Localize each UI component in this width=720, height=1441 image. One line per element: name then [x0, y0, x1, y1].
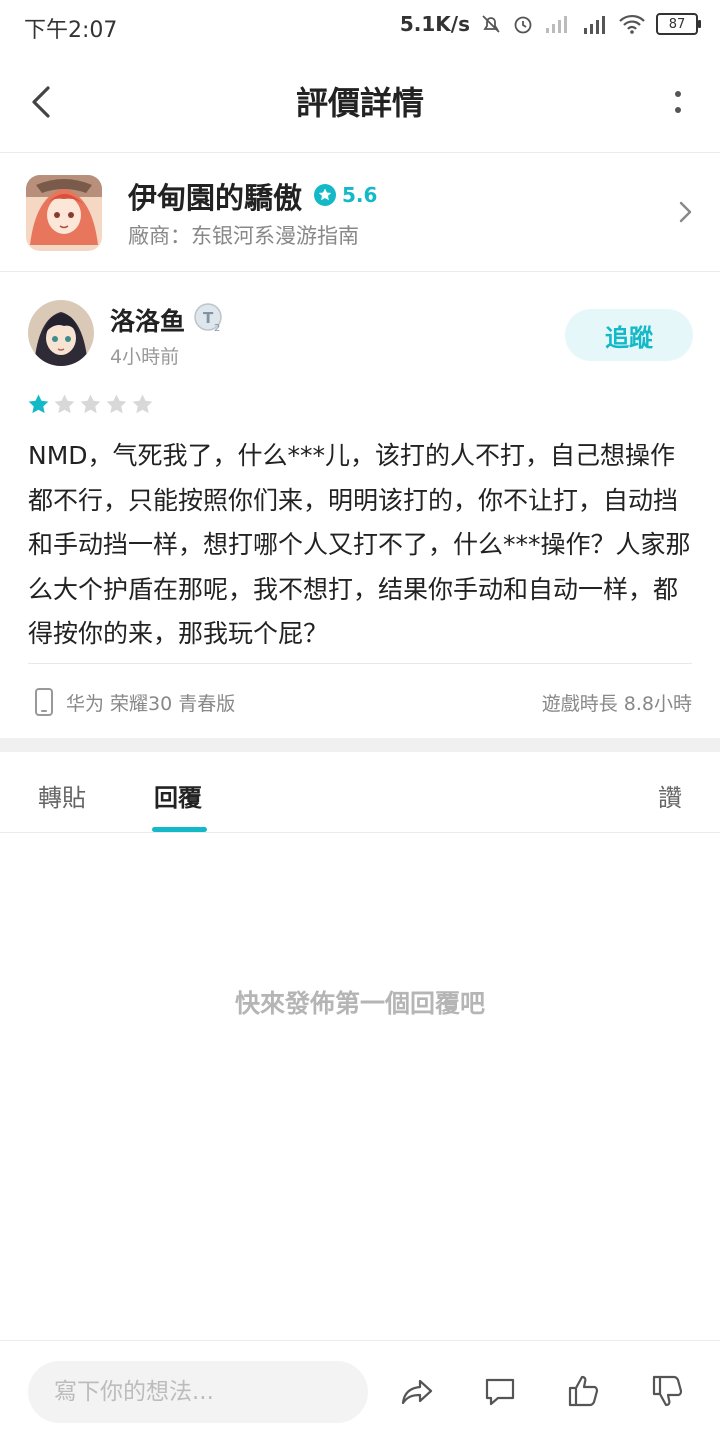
- active-tab-indicator: [152, 827, 207, 832]
- star-empty-icon: [132, 394, 153, 414]
- star-empty-icon: [80, 394, 101, 414]
- vendor-label: 廠商：东银河系漫游指南: [128, 224, 359, 248]
- device-row: 华为 荣耀30 青春版 遊戲時長 8.8小時: [28, 688, 692, 718]
- level-badge-icon: T 2: [194, 303, 222, 333]
- comment-input[interactable]: [28, 1361, 368, 1423]
- review-text: NMD，气死我了，什么***儿，该打的人不打，自己想操作都不行，只能按照你们来，…: [28, 441, 691, 648]
- signal-empty-icon: [546, 16, 567, 33]
- rating-star-icon: [314, 184, 336, 206]
- battery-indicator: 87: [656, 13, 701, 35]
- review-stars: [27, 393, 154, 416]
- rating-value: 5.6: [342, 183, 378, 207]
- app-icon: [26, 175, 102, 251]
- page-title: 評價詳情: [295, 84, 424, 122]
- device-label: 华为 荣耀30 青春版: [66, 693, 236, 715]
- tab-reply[interactable]: 回覆: [154, 778, 202, 813]
- star-filled-icon: [28, 394, 49, 414]
- chevron-right-icon[interactable]: [678, 199, 694, 225]
- svg-text:T: T: [203, 309, 214, 327]
- star-empty-icon: [106, 394, 127, 414]
- star-empty-icon: [54, 394, 75, 414]
- follow-button[interactable]: 追蹤: [565, 309, 693, 361]
- playtime-label: 遊戲時長 8.8小時: [541, 693, 692, 715]
- app-rating: 5.6: [314, 183, 377, 207]
- divider: [28, 663, 692, 664]
- alarm-icon: [514, 16, 532, 34]
- phone-icon: [35, 688, 53, 716]
- status-icons: 5.1K/s 87: [399, 12, 701, 36]
- comment-icon[interactable]: [482, 1373, 518, 1409]
- share-icon[interactable]: [400, 1373, 436, 1409]
- app-name[interactable]: 伊甸園的驕傲: [128, 175, 302, 217]
- thumbs-up-icon[interactable]: [566, 1373, 602, 1409]
- avatar[interactable]: [28, 300, 94, 366]
- bottom-action-bar: [0, 1340, 720, 1441]
- thumbs-down-icon[interactable]: [650, 1373, 686, 1409]
- section-separator: [0, 738, 720, 752]
- svg-text:2: 2: [214, 323, 220, 333]
- tab-like[interactable]: 讚: [658, 778, 682, 813]
- wifi-icon: [619, 14, 645, 34]
- header: 評價詳情: [0, 52, 720, 153]
- net-speed: 5.1K/s: [399, 12, 470, 36]
- tab-repost[interactable]: 轉貼: [38, 778, 86, 813]
- username[interactable]: 洛洛鱼: [110, 302, 185, 338]
- tab-bar: 轉貼 回覆 讚: [0, 752, 720, 833]
- review-time: 4小時前: [110, 346, 180, 368]
- more-vertical-icon[interactable]: [666, 82, 690, 122]
- empty-reply-hint: 快來發佈第一個回覆吧: [234, 989, 485, 1018]
- signal-hd-icon: [584, 16, 605, 34]
- status-bar: 下午2:07 5.1K/s 87: [0, 0, 720, 52]
- mute-bell-icon: [482, 15, 500, 33]
- status-time: 下午2:07: [24, 18, 118, 43]
- app-info-row[interactable]: 伊甸園的驕傲 5.6 廠商：东银河系漫游指南: [0, 153, 720, 272]
